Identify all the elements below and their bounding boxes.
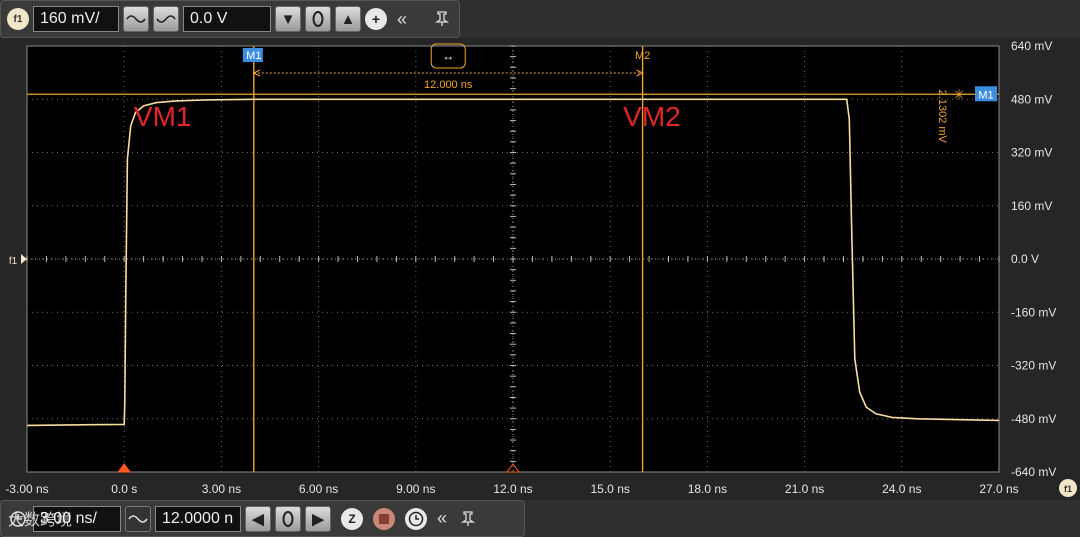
delta-time-label: 12.000 ns xyxy=(424,79,473,91)
x-tick-label: 21.0 ns xyxy=(785,482,824,496)
zoom-icon[interactable]: Z xyxy=(341,507,363,530)
pin-icon[interactable] xyxy=(431,8,453,30)
crosshair-icon: ✳ xyxy=(953,86,965,102)
channel-toolbar: f1 160 mV/ 0.0 V ▼ ▲ + « xyxy=(0,0,460,38)
x-tick-label: 9.00 ns xyxy=(396,482,435,496)
zero-icon[interactable] xyxy=(275,505,301,532)
corner-channel-badge-label: f1 xyxy=(1064,484,1072,494)
offset-field[interactable]: 0.0 V xyxy=(183,6,271,32)
x-tick-label: 27.0 ns xyxy=(979,482,1018,496)
channel-level-marker: f1 xyxy=(9,256,18,267)
annotation-label: VM2 xyxy=(623,101,681,132)
y-tick-label: -640 mV xyxy=(1011,465,1056,479)
collapse-icon[interactable]: « xyxy=(391,8,413,30)
wave-icon[interactable] xyxy=(153,6,179,32)
y-tick-label: 160 mV xyxy=(1011,199,1052,213)
x-tick-label: 18.0 ns xyxy=(688,482,727,496)
clock-icon[interactable] xyxy=(7,508,29,530)
horizontal-position-field[interactable]: 12.0000 n xyxy=(155,505,241,532)
wave-icon[interactable] xyxy=(125,505,151,532)
timebase-toolbar: 3.00 ns/ 12.0000 n ◀ ▶ Z « xyxy=(0,500,525,537)
add-icon[interactable]: + xyxy=(365,8,387,30)
chevron-up-icon[interactable]: ▲ xyxy=(335,6,361,32)
y-tick-label: 0.0 V xyxy=(1011,252,1039,266)
cursor-label: M2 xyxy=(635,50,650,62)
y-tick-label: -320 mV xyxy=(1011,359,1056,373)
zero-icon[interactable] xyxy=(305,6,331,32)
chevron-down-icon[interactable]: ▼ xyxy=(275,6,301,32)
chevron-left-icon[interactable]: ◀ xyxy=(245,505,271,532)
y-tick-label: -480 mV xyxy=(1011,412,1056,426)
x-tick-label: -3.00 ns xyxy=(5,482,48,496)
y-tick-label: 640 mV xyxy=(1011,39,1052,53)
annotation-label: VM1 xyxy=(134,101,192,132)
timebase-scale-field[interactable]: 3.00 ns/ xyxy=(33,505,121,532)
stop-icon[interactable] xyxy=(373,507,395,530)
pin-icon[interactable] xyxy=(457,508,479,530)
delta-handle-icon: ↔ xyxy=(442,49,454,63)
collapse-icon[interactable]: « xyxy=(431,508,453,530)
horizontal-cursor-label: M1 xyxy=(978,89,993,101)
chevron-right-icon[interactable]: ▶ xyxy=(305,505,331,532)
x-tick-label: 24.0 ns xyxy=(882,482,921,496)
vertical-scale-field[interactable]: 160 mV/ xyxy=(33,6,119,32)
oscilloscope-display[interactable]: -3.00 ns 0.0 s 3.00 ns 6.00 ns 9.00 ns 12.0 n… xyxy=(0,38,1080,500)
x-tick-label: 3.00 ns xyxy=(202,482,241,496)
x-tick-label: 0.0 s xyxy=(111,482,137,496)
delta-voltage-label: 2.1302 mV xyxy=(936,90,948,144)
x-tick-label: 15.0 ns xyxy=(591,482,630,496)
y-tick-label: -160 mV xyxy=(1011,305,1056,319)
y-tick-label: 480 mV xyxy=(1011,92,1052,106)
y-tick-label: 320 mV xyxy=(1011,146,1052,160)
wave-icon[interactable] xyxy=(123,6,149,32)
clock-icon[interactable] xyxy=(405,507,427,530)
x-tick-label: 6.00 ns xyxy=(299,482,338,496)
cursor-label: M1 xyxy=(246,50,261,62)
x-tick-label: 12.0 ns xyxy=(493,482,532,496)
channel-badge[interactable]: f1 xyxy=(7,8,29,30)
